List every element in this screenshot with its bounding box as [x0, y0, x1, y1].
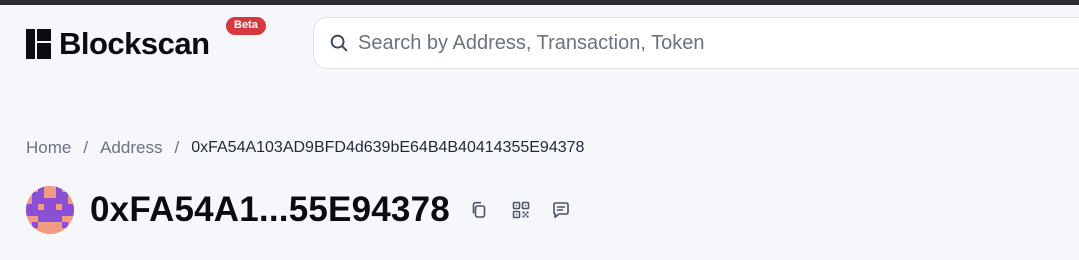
- identicon-icon: [26, 186, 74, 234]
- breadcrumb-separator: /: [174, 138, 180, 157]
- breadcrumb: Home / Address / 0xFA54A103AD9BFD4d639bE…: [26, 137, 584, 159]
- search-bar[interactable]: [313, 17, 1079, 69]
- breadcrumb-current-address: 0xFA54A103AD9BFD4d639bE64B4B40414355E943…: [191, 139, 585, 156]
- brand-name: Blockscan: [59, 26, 210, 61]
- address-header: 0xFA54A1...55E94378: [26, 184, 572, 236]
- blockscan-logo-icon: [26, 29, 51, 59]
- site-header: Blockscan Beta: [0, 5, 1079, 81]
- search-input[interactable]: [358, 31, 1058, 55]
- breadcrumb-separator: /: [83, 138, 89, 157]
- breadcrumb-home-link[interactable]: Home: [26, 138, 71, 158]
- search-icon: [330, 34, 348, 52]
- qr-code-button[interactable]: [510, 199, 532, 221]
- copy-icon: [472, 201, 486, 218]
- address-title: 0xFA54A1...55E94378: [90, 190, 450, 229]
- qr-code-icon: [512, 201, 530, 219]
- chat-button[interactable]: [550, 199, 572, 221]
- brand-logo-link[interactable]: Blockscan: [26, 27, 210, 61]
- beta-badge: Beta: [226, 17, 266, 35]
- address-avatar: [26, 186, 74, 234]
- breadcrumb-address-link[interactable]: Address: [100, 138, 162, 158]
- chat-icon: [553, 202, 569, 218]
- copy-address-button[interactable]: [468, 199, 490, 221]
